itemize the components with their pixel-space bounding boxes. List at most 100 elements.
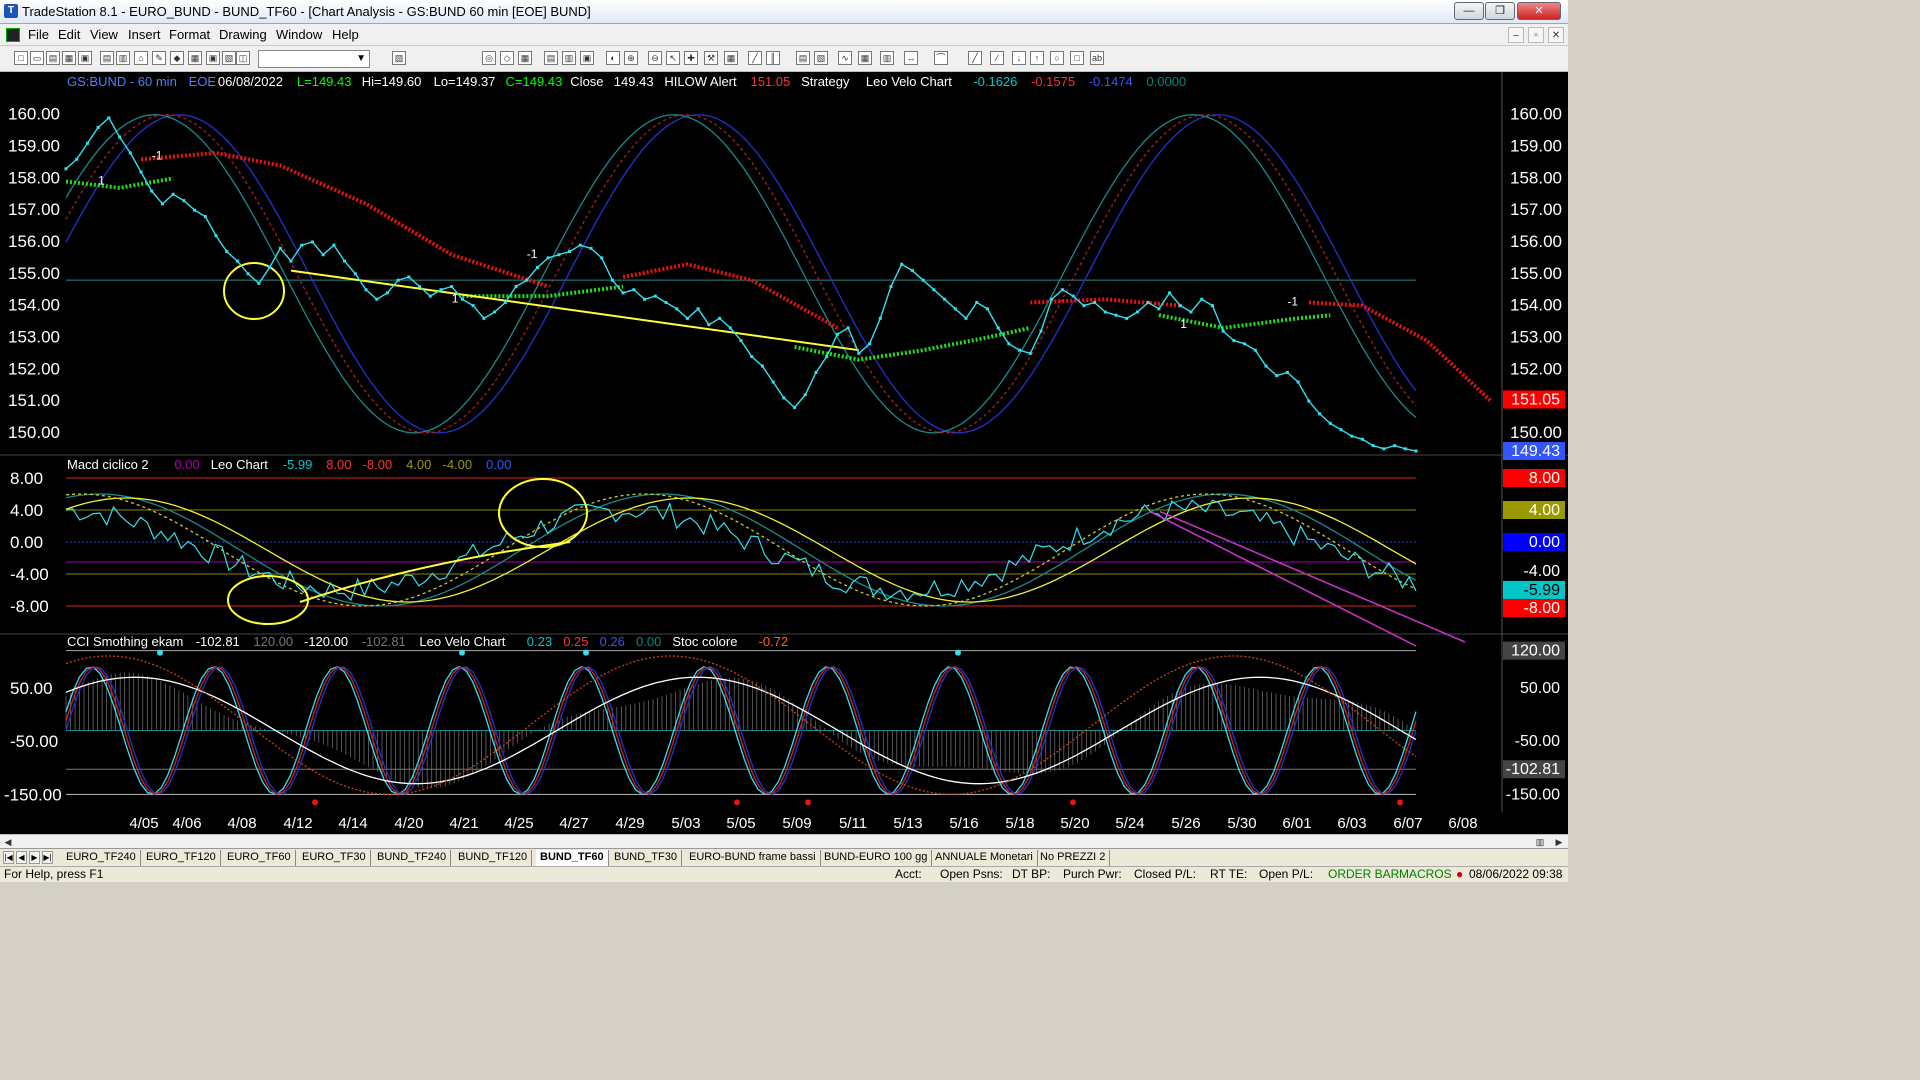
toolbar-tool-21-icon[interactable]: ◐ xyxy=(606,51,620,65)
maximize-button[interactable]: ❐ xyxy=(1485,2,1515,20)
toolbar-tool-29-icon[interactable]: ║ xyxy=(766,51,780,65)
toolbar-tool-41-icon[interactable]: ○ xyxy=(1050,51,1064,65)
toolbar-tool-1-icon[interactable]: ▭ xyxy=(30,51,44,65)
toolbar-tool-26-icon[interactable]: ⚒ xyxy=(704,51,718,65)
toolbar-tool-31-icon[interactable]: ▧ xyxy=(814,51,828,65)
mdi-minimize-button[interactable]: – xyxy=(1508,27,1524,43)
toolbar-tool-0-icon[interactable]: □ xyxy=(14,51,28,65)
hilow-support-line xyxy=(65,176,174,190)
mdi-close-button[interactable]: ✕ xyxy=(1548,27,1564,43)
toolbar-tool-19-icon[interactable]: ▥ xyxy=(562,51,576,65)
tab-bund-tf240[interactable]: BUND_TF240 xyxy=(373,850,452,866)
chart-area[interactable]: GS:BUND - 60 min EOE 06/08/2022 L=149.43 Hi=… xyxy=(0,72,1568,834)
macd-header-3: -5.99 xyxy=(283,457,313,472)
symbol-combo[interactable]: ▼ xyxy=(258,50,370,68)
toolbar-tool-28-icon[interactable]: ╱ xyxy=(748,51,762,65)
toolbar-tool-7-icon[interactable]: ⌂ xyxy=(134,51,148,65)
menu-drawing[interactable]: Drawing xyxy=(219,27,267,42)
tab-euro-bund-frame-bassi[interactable]: EURO-BUND frame bassi xyxy=(685,850,821,866)
toolbar-tool-18-icon[interactable]: ▤ xyxy=(544,51,558,65)
menu-window[interactable]: Window xyxy=(276,27,322,42)
toolbar-tool-24-icon[interactable]: ↖ xyxy=(666,51,680,65)
macd-right-label: -4.00 xyxy=(1524,563,1561,580)
toolbar-tool-36-icon[interactable]: ⌒ xyxy=(934,51,948,65)
menu-view[interactable]: View xyxy=(90,27,118,42)
close-price-bar xyxy=(278,246,282,250)
macd-right-label: -5.99 xyxy=(1524,582,1561,599)
price-y-tick-right: 153.00 xyxy=(1510,327,1562,346)
toolbar-tool-42-icon[interactable]: □ xyxy=(1070,51,1084,65)
close-price-bar xyxy=(953,307,957,311)
x-axis-tick: 4/27 xyxy=(559,815,588,832)
scroll-thumb-icon[interactable]: ▥ xyxy=(1534,836,1546,848)
toolbar-tool-37-icon[interactable]: ╱ xyxy=(968,51,982,65)
toolbar-tool-5-icon[interactable]: ▤ xyxy=(100,51,114,65)
tab-euro-tf60[interactable]: EURO_TF60 xyxy=(223,850,296,866)
close-price-bar xyxy=(610,278,614,282)
tab-bund-tf60[interactable]: BUND_TF60 xyxy=(536,850,609,866)
toolbar-tool-11-icon[interactable]: ▣ xyxy=(206,51,220,65)
close-price-bar xyxy=(1414,449,1418,453)
menu-insert[interactable]: Insert xyxy=(128,27,161,42)
chart-window-icon[interactable] xyxy=(6,28,20,42)
x-axis-tick: 5/16 xyxy=(949,815,978,832)
chart-canvas[interactable]: GS:BUND - 60 min EOE 06/08/2022 L=149.43 Hi=… xyxy=(0,72,1568,834)
horizontal-scrollbar[interactable]: ◀ ▥ ▶ xyxy=(0,834,1568,848)
close-price-bar xyxy=(96,125,100,129)
toolbar-tool-23-icon[interactable]: ⊖ xyxy=(648,51,662,65)
toolbar-tool-40-icon[interactable]: ↑ xyxy=(1030,51,1044,65)
toolbar-tool-22-icon[interactable]: ⊕ xyxy=(624,51,638,65)
toolbar-tool-27-icon[interactable]: ▦ xyxy=(724,51,738,65)
toolbar-tool-35-icon[interactable]: ↔ xyxy=(904,51,918,65)
toolbar-tool-3-icon[interactable]: ▦ xyxy=(62,51,76,65)
tab-euro-tf120[interactable]: EURO_TF120 xyxy=(142,850,221,866)
status-order-bar[interactable]: ORDER BAR xyxy=(1328,867,1399,882)
toolbar-tool-10-icon[interactable]: ▦ xyxy=(188,51,202,65)
mdi-restore-button[interactable]: ▫ xyxy=(1528,27,1544,43)
scroll-left-arrow-icon[interactable]: ◀ xyxy=(2,836,14,848)
minimize-button[interactable]: — xyxy=(1454,2,1484,20)
menu-file[interactable]: File xyxy=(28,27,49,42)
price-header-0: GS:BUND - 60 min xyxy=(67,74,177,89)
toolbar-tool-39-icon[interactable]: ↓ xyxy=(1012,51,1026,65)
toolbar-tool-38-icon[interactable]: ∕ xyxy=(990,51,1004,65)
close-price-bar xyxy=(932,288,936,292)
toolbar-tool-20-icon[interactable]: ▣ xyxy=(580,51,594,65)
toolbar-tool-32-icon[interactable]: ∿ xyxy=(838,51,852,65)
close-price-bar xyxy=(214,234,218,238)
tab-first-icon[interactable]: |◀ xyxy=(3,851,14,864)
toolbar-tool-30-icon[interactable]: ▤ xyxy=(796,51,810,65)
toolbar-tool-43-icon[interactable]: ab xyxy=(1090,51,1104,65)
tab-euro-tf30[interactable]: EURO_TF30 xyxy=(298,850,371,866)
toolbar-tool-33-icon[interactable]: ▦ xyxy=(858,51,872,65)
menu-edit[interactable]: Edit xyxy=(58,27,80,42)
close-button[interactable]: ✕ xyxy=(1517,2,1561,20)
toolbar-tool-6-icon[interactable]: ▥ xyxy=(116,51,130,65)
toolbar-tool-13-icon[interactable]: ◫ xyxy=(236,51,250,65)
tab-bund-tf30[interactable]: BUND_TF30 xyxy=(610,850,682,866)
menu-format[interactable]: Format xyxy=(169,27,210,42)
tab-last-icon[interactable]: ▶| xyxy=(42,851,53,864)
toolbar-tool-2-icon[interactable]: ▤ xyxy=(46,51,60,65)
toolbar-tool-14-icon[interactable]: ▨ xyxy=(392,51,406,65)
toolbar-tool-34-icon[interactable]: ▥ xyxy=(880,51,894,65)
tab-next-icon[interactable]: ▶ xyxy=(29,851,40,864)
toolbar-tool-15-icon[interactable]: ◎ xyxy=(482,51,496,65)
tab-no-prezzi-2[interactable]: No PREZZI 2 xyxy=(1036,850,1111,866)
tab-prev-icon[interactable]: ◀ xyxy=(16,851,27,864)
close-price-bar xyxy=(1296,380,1300,384)
toolbar-tool-8-icon[interactable]: ✎ xyxy=(152,51,166,65)
tab-euro-tf240[interactable]: EURO_TF240 xyxy=(62,850,141,866)
scroll-right-arrow-icon[interactable]: ▶ xyxy=(1553,836,1565,848)
tab-annuale-monetari[interactable]: ANNUALE Monetari xyxy=(931,850,1038,866)
toolbar-tool-4-icon[interactable]: ▣ xyxy=(78,51,92,65)
toolbar-tool-25-icon[interactable]: ✚ xyxy=(684,51,698,65)
toolbar-tool-12-icon[interactable]: ▧ xyxy=(222,51,236,65)
status-macros[interactable]: MACROS xyxy=(1399,867,1452,882)
toolbar-tool-9-icon[interactable]: ◆ xyxy=(170,51,184,65)
menu-help[interactable]: Help xyxy=(332,27,359,42)
toolbar-tool-16-icon[interactable]: ◇ xyxy=(500,51,514,65)
toolbar-tool-17-icon[interactable]: ▦ xyxy=(518,51,532,65)
tab-bund-euro-100-gg[interactable]: BUND-EURO 100 gg xyxy=(820,850,933,866)
tab-bund-tf120[interactable]: BUND_TF120 xyxy=(454,850,533,866)
